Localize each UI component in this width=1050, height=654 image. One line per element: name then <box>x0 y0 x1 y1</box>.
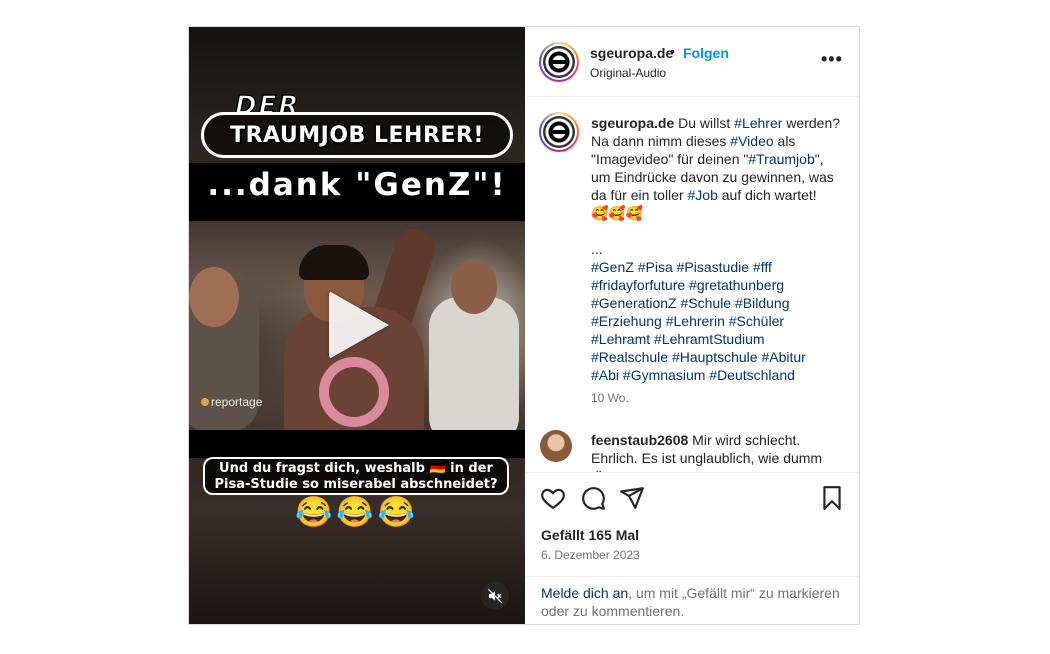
likes-count[interactable]: Gefällt 165 Mal <box>541 527 639 543</box>
more-options-icon[interactable]: ••• <box>821 49 843 70</box>
login-link[interactable]: Melde dich an <box>541 585 628 601</box>
hashtag-link[interactable]: #Lehrer <box>734 115 782 131</box>
caption-avatar[interactable] <box>539 112 579 152</box>
comment: feenstaub2608 Mir wird schlecht. Ehrlich… <box>591 431 846 472</box>
caption-text: Du willst <box>674 115 735 131</box>
profile-avatar[interactable] <box>539 42 579 82</box>
student-left-head <box>189 267 239 327</box>
comments-section: sgeuropa.de Du willst #Lehrer werden? Na… <box>525 98 859 472</box>
hashtag-link[interactable]: #Bildung <box>735 295 790 311</box>
laughing-emojis: 😂😂😂 <box>294 496 420 529</box>
hashtag-link[interactable]: #Schule <box>681 295 732 311</box>
hashtag-link[interactable]: #GenZ <box>591 259 634 275</box>
hashtag-link[interactable]: #Hauptschule <box>672 349 758 365</box>
hashtag-link[interactable]: #Pisa <box>638 259 673 275</box>
caption-ellipsis: ... <box>591 241 603 257</box>
commenter-avatar[interactable] <box>540 430 572 462</box>
hashtag-link[interactable]: #Pisastudie <box>677 259 749 275</box>
caption-band <box>189 430 525 458</box>
hashtag-link[interactable]: #fridayforfuture <box>591 277 685 293</box>
muted-speaker-icon <box>487 588 503 604</box>
mute-button[interactable] <box>481 582 509 610</box>
hashtag-link[interactable]: #Gymnasium <box>623 367 705 383</box>
brand-label: reportage <box>211 395 263 409</box>
hashtag-link[interactable]: #Deutschland <box>709 367 795 383</box>
video-caption: Und du fragst dich, weshalb 🇩🇪 in der Pi… <box>203 457 509 495</box>
share-icon[interactable] <box>619 485 645 511</box>
hashtag-link[interactable]: #Traumjob <box>748 151 814 167</box>
follow-button[interactable]: Folgen <box>683 45 729 61</box>
hashtag-link[interactable]: #GenerationZ <box>591 295 677 311</box>
student-hair <box>299 245 369 280</box>
hashtag-link[interactable]: #gretathunberg <box>689 277 784 293</box>
hashtag-link[interactable]: #Schüler <box>729 313 784 329</box>
post-caption: sgeuropa.de Du willst #Lehrer werden? Na… <box>591 114 841 384</box>
commenter-username[interactable]: feenstaub2608 <box>591 432 688 448</box>
caption-text: auf dich wartet! <box>717 187 817 203</box>
hashtag-link[interactable]: #Abi <box>591 367 619 383</box>
hashtag-link[interactable]: #Lehrerin <box>666 313 725 329</box>
video-caption-line2: Pisa-Studie so miserabel abschneidet? <box>214 477 498 492</box>
hashtag-link[interactable]: #Job <box>688 187 718 203</box>
post-sidebar: sgeuropa.de • Folgen Original-Audio ••• … <box>525 27 859 624</box>
audio-label[interactable]: Original-Audio <box>590 66 666 80</box>
avatar-frame <box>541 44 577 80</box>
action-bar <box>525 472 859 524</box>
heart-icon[interactable] <box>540 485 566 511</box>
hashtag-link[interactable]: #Abitur <box>761 349 805 365</box>
avatar-image <box>543 46 575 78</box>
zdf-reportage-logo: reportage <box>201 395 262 409</box>
avatar-image <box>543 116 575 148</box>
separator-dot: • <box>670 43 675 59</box>
caption-timestamp[interactable]: 10 Wo. <box>591 391 629 405</box>
hashtag-link[interactable]: #fff <box>753 259 772 275</box>
student-right <box>429 297 519 447</box>
avatar-frame <box>541 114 577 150</box>
student-right-head <box>451 259 497 314</box>
video-title-pill-text: TRAUMJOB LEHRER! <box>230 122 484 148</box>
play-icon[interactable] <box>329 291 389 359</box>
instagram-post: DER TRAUMJOB LEHRER! ...dank "GenZ"! rep… <box>188 26 860 625</box>
video-player[interactable]: DER TRAUMJOB LEHRER! ...dank "GenZ"! rep… <box>189 27 525 624</box>
caption-username[interactable]: sgeuropa.de <box>591 115 674 131</box>
video-caption-line1: Und du fragst dich, weshalb 🇩🇪 in der <box>219 461 493 476</box>
hashtag-link[interactable]: #LehramtStudium <box>654 331 765 347</box>
video-title-genz: ...dank "GenZ"! <box>207 167 507 203</box>
hashtag-link[interactable]: #Realschule <box>591 349 668 365</box>
logo-dot <box>201 398 209 406</box>
hashtag-link[interactable]: #Lehramt <box>591 331 650 347</box>
bookmark-icon[interactable] <box>819 485 845 511</box>
username-link[interactable]: sgeuropa.de <box>590 45 673 61</box>
login-prompt: Melde dich an, um mit „Gefällt mir“ zu m… <box>525 576 859 624</box>
post-date[interactable]: 6. Dezember 2023 <box>541 548 640 562</box>
comment-icon[interactable] <box>580 485 606 511</box>
post-header: sgeuropa.de • Folgen Original-Audio ••• <box>525 27 859 97</box>
hashtag-link[interactable]: #Video <box>730 133 773 149</box>
hashtag-link[interactable]: #Erziehung <box>591 313 662 329</box>
hoodie-print <box>319 357 389 427</box>
video-title-pill: TRAUMJOB LEHRER! <box>201 112 513 158</box>
caption-emojis: 🥰🥰🥰 <box>591 205 644 221</box>
